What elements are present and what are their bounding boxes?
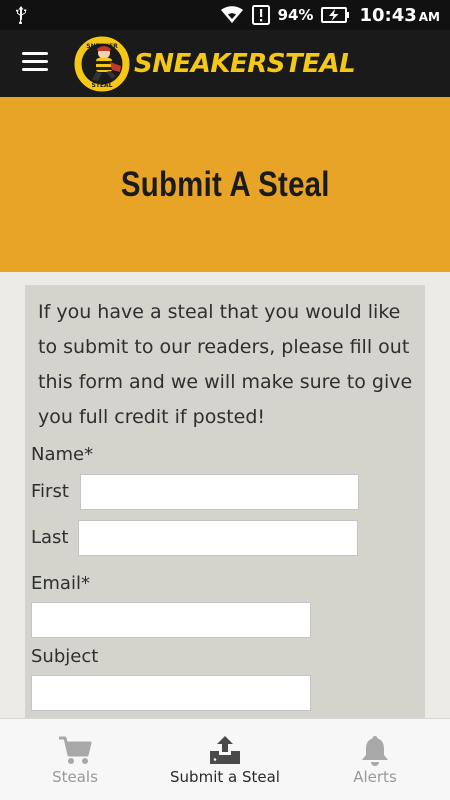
nav-item-submit-a-steal[interactable]: Submit a Steal: [150, 719, 300, 800]
hamburger-menu-icon[interactable]: [22, 52, 48, 74]
bell-icon: [362, 736, 388, 766]
nav-item-steals[interactable]: Steals: [0, 719, 150, 800]
sneakersteal-logo[interactable]: SNEAKER STEAL SNEAKERSTEAL: [74, 36, 356, 92]
app-bar: SNEAKER STEAL SNEAKERSTEAL: [0, 30, 450, 97]
upload-icon: [210, 736, 240, 764]
status-bar: 94% 10:43 AM: [0, 0, 450, 30]
page-title: Submit A Steal: [120, 164, 330, 204]
logo-text: SNEAKERSTEAL: [134, 49, 356, 79]
logo-mark-bottom: STEAL: [92, 82, 113, 89]
last-name-input[interactable]: [78, 520, 358, 556]
clock: 10:43 AM: [359, 5, 440, 26]
subject-input[interactable]: [31, 675, 311, 711]
first-name-input[interactable]: [80, 474, 359, 510]
submit-form: If you have a steal that you would like …: [25, 285, 425, 730]
battery-charging-icon: [321, 7, 350, 23]
nav-item-alerts[interactable]: Alerts: [300, 719, 450, 800]
form-intro-text: If you have a steal that you would like …: [38, 301, 413, 428]
email-input[interactable]: [31, 602, 311, 638]
email-label: Email*: [31, 573, 90, 594]
battery-percent: 94%: [277, 6, 314, 24]
name-label: Name*: [31, 444, 94, 465]
first-name-label: First: [31, 481, 69, 502]
usb-icon: [16, 6, 27, 24]
alert-notification-icon: [251, 5, 270, 25]
last-name-label: Last: [31, 527, 69, 548]
shopping-cart-icon: [59, 736, 92, 764]
nav-label-steals: Steals: [52, 768, 98, 786]
bottom-nav: Steals Submit a Steal Alerts: [0, 718, 450, 800]
nav-label-submit-a-steal: Submit a Steal: [170, 768, 280, 786]
nav-label-alerts: Alerts: [353, 768, 397, 786]
clock-time: 10:43: [359, 4, 417, 26]
clock-ampm: AM: [418, 9, 440, 24]
logo-mark-icon: SNEAKER STEAL: [74, 36, 130, 92]
subject-label: Subject: [31, 646, 99, 667]
page-banner: Submit A Steal: [0, 97, 450, 272]
wifi-icon: [220, 6, 243, 23]
